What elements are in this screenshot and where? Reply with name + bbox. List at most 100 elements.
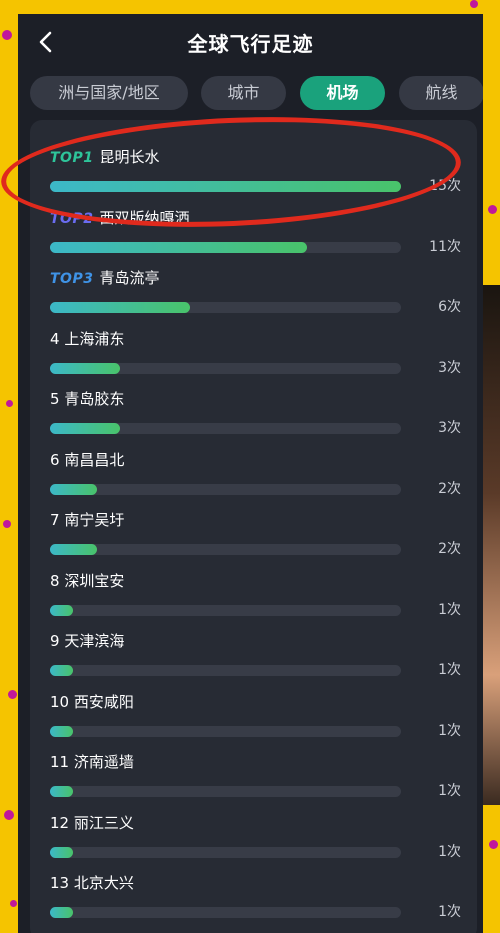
frequency-bar-fill bbox=[50, 846, 74, 858]
airport-name: 南宁吴圩 bbox=[64, 511, 125, 529]
airport-rank-name: TOP1 昆明长水 bbox=[50, 146, 159, 167]
airport-rank-name: 4 上海浦东 bbox=[50, 328, 124, 349]
tab-route[interactable]: 航线 bbox=[399, 76, 483, 110]
airport-row: 8 深圳宝安 1次 bbox=[30, 570, 477, 630]
decor-dot bbox=[6, 400, 13, 407]
frequency-bar-fill bbox=[50, 725, 74, 737]
decor-dot bbox=[470, 0, 478, 8]
frequency-bar-fill bbox=[50, 302, 191, 313]
visit-count: 3次 bbox=[438, 359, 461, 376]
frequency-bar-fill bbox=[50, 423, 121, 434]
airport-name: 深圳宝安 bbox=[64, 571, 125, 590]
airport-name: 北京大兴 bbox=[73, 874, 134, 892]
airport-rank-name: 11 济南遥墙 bbox=[50, 751, 134, 772]
frequency-bar-fill bbox=[50, 241, 308, 253]
tab-bar: 洲与国家/地区 城市 机场 航线 bbox=[30, 76, 483, 110]
rank-number: 10 bbox=[50, 692, 70, 711]
tab-country[interactable]: 洲与国家/地区 bbox=[30, 76, 188, 110]
frequency-bar-fill bbox=[50, 604, 74, 616]
frequency-bar-track bbox=[50, 665, 401, 676]
frequency-bar-fill bbox=[50, 544, 97, 555]
airport-rank-name: TOP3 青岛流亭 bbox=[50, 267, 159, 288]
rank-number: 9 bbox=[50, 632, 60, 650]
frequency-bar-fill bbox=[50, 907, 74, 918]
airport-name: 上海浦东 bbox=[64, 329, 125, 348]
visit-count: 1次 bbox=[438, 601, 461, 618]
rank-number: 12 bbox=[50, 813, 70, 832]
rank-number: 5 bbox=[50, 390, 60, 408]
decor-dot bbox=[489, 840, 498, 849]
decor-dot bbox=[2, 30, 12, 40]
tab-airport[interactable]: 机场 bbox=[300, 76, 385, 110]
decor-dot bbox=[10, 900, 17, 907]
rank-number: 13 bbox=[50, 874, 70, 892]
rank-number: 4 bbox=[50, 329, 60, 348]
airport-row: 11 济南遥墙 1次 bbox=[30, 751, 477, 811]
airport-rank-name: 9 天津滨海 bbox=[50, 630, 124, 651]
frequency-bar-fill bbox=[50, 665, 74, 676]
airport-name: 西双版纳嘎洒 bbox=[99, 208, 190, 227]
airport-row: 13 北京大兴 1次 bbox=[30, 872, 477, 932]
decor-dot bbox=[488, 205, 497, 214]
background-photo bbox=[483, 285, 500, 805]
airport-rank-name: TOP2 西双版纳嘎洒 bbox=[50, 207, 189, 228]
airport-row: 4 上海浦东 3次 bbox=[30, 328, 477, 388]
frequency-bar-track bbox=[50, 786, 401, 797]
airport-row: 12 丽江三义 1次 bbox=[30, 812, 477, 872]
airport-ranking-list: TOP1 昆明长水 15次 TOP2 西双版纳嘎洒 11次 TOP3 青岛流亭 6次 4 上海浦东… bbox=[30, 120, 477, 933]
visit-count: 1次 bbox=[438, 904, 461, 920]
frequency-bar-fill bbox=[50, 483, 97, 495]
frequency-bar-track bbox=[50, 362, 401, 374]
airport-name: 昆明长水 bbox=[99, 148, 160, 166]
visit-count: 1次 bbox=[438, 843, 461, 860]
visit-count: 6次 bbox=[438, 299, 461, 315]
frequency-bar-track bbox=[50, 241, 401, 253]
airport-rank-name: 5 青岛胶东 bbox=[50, 388, 124, 409]
visit-count: 11次 bbox=[429, 238, 461, 255]
airport-row: 10 西安咸阳 1次 bbox=[30, 691, 477, 751]
airport-rank-name: 7 南宁吴圩 bbox=[50, 509, 124, 530]
visit-count: 1次 bbox=[438, 783, 461, 799]
visit-count: 15次 bbox=[429, 178, 461, 194]
tab-city[interactable]: 城市 bbox=[201, 76, 286, 110]
airport-name: 青岛胶东 bbox=[64, 390, 125, 408]
decor-dot bbox=[4, 810, 14, 820]
rank-number: 11 bbox=[50, 753, 70, 771]
top-rank-badge: TOP2 bbox=[50, 210, 94, 227]
airport-name: 丽江三义 bbox=[73, 813, 134, 832]
visit-count: 2次 bbox=[438, 541, 461, 557]
page-title: 全球飞行足迹 bbox=[187, 32, 314, 56]
airport-rank-name: 13 北京大兴 bbox=[50, 872, 134, 893]
airport-rank-name: 8 深圳宝安 bbox=[50, 570, 124, 591]
frequency-bar-track bbox=[50, 302, 401, 313]
airport-name: 西安咸阳 bbox=[73, 692, 134, 711]
airport-row: 9 天津滨海 1次 bbox=[30, 630, 477, 690]
airport-name: 济南遥墙 bbox=[73, 753, 134, 771]
rank-number: 6 bbox=[50, 450, 60, 469]
airport-name: 天津滨海 bbox=[64, 632, 125, 650]
frequency-bar-track bbox=[50, 544, 401, 555]
frequency-bar-track bbox=[50, 423, 401, 434]
visit-count: 3次 bbox=[438, 420, 461, 436]
frequency-bar-fill bbox=[50, 362, 121, 374]
top-rank-badge: TOP3 bbox=[50, 271, 94, 287]
frequency-bar-track bbox=[50, 725, 401, 737]
frequency-bar-track bbox=[50, 846, 401, 858]
frequency-bar-track bbox=[50, 483, 401, 495]
airport-rank-name: 10 西安咸阳 bbox=[50, 691, 134, 712]
airport-row: TOP2 西双版纳嘎洒 11次 bbox=[30, 207, 477, 267]
decor-dot bbox=[8, 690, 17, 699]
app-screen: 全球飞行足迹 洲与国家/地区 城市 机场 航线 TOP1 昆明长水 15次 TOP2 西… bbox=[18, 14, 483, 933]
frequency-bar-track bbox=[50, 181, 401, 192]
airport-row: 6 南昌昌北 2次 bbox=[30, 449, 477, 509]
frequency-bar-fill bbox=[50, 786, 74, 797]
decor-dot bbox=[3, 520, 11, 528]
rank-number: 8 bbox=[50, 571, 60, 590]
airport-row: TOP1 昆明长水 15次 bbox=[30, 146, 477, 206]
airport-row: 7 南宁吴圩 2次 bbox=[30, 509, 477, 569]
header: 全球飞行足迹 bbox=[18, 14, 483, 72]
visit-count: 1次 bbox=[438, 662, 461, 678]
frequency-bar-fill bbox=[50, 181, 401, 192]
airport-name: 南昌昌北 bbox=[64, 450, 125, 469]
top-rank-badge: TOP1 bbox=[50, 150, 94, 166]
